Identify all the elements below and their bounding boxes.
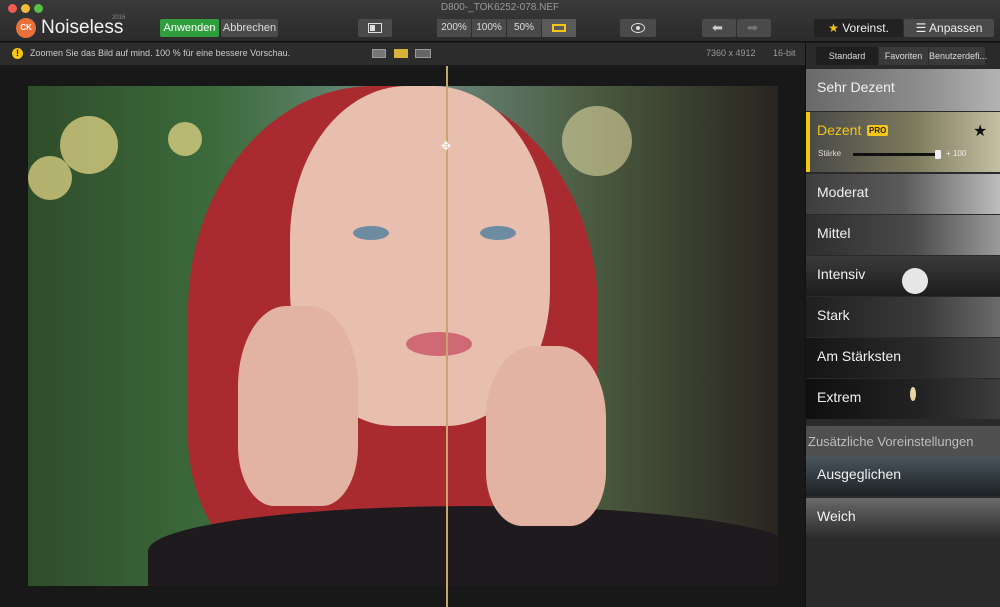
preset-intensiv[interactable]: Intensiv <box>806 256 1000 296</box>
preview-eye-icon <box>631 23 645 33</box>
zoom-50-button[interactable]: 50% <box>507 19 541 37</box>
split-view-icon <box>368 23 382 33</box>
bokeh-light <box>562 106 632 176</box>
star-icon: ★ <box>828 21 839 35</box>
strength-slider-fill <box>853 153 935 156</box>
zoom-hint-text: Zoomen Sie das Bild auf mind. 100 % für … <box>30 48 291 58</box>
preview-toggle-button[interactable] <box>620 19 656 37</box>
preset-label: Sehr Dezent <box>817 79 895 95</box>
preset-label: Moderat <box>817 184 869 200</box>
candle-image <box>910 387 916 401</box>
presets-panel: Standard Favoriten Benutzerdefi... Sehr … <box>805 43 1000 607</box>
preset-dezent[interactable]: Dezent PRO ★ Stärke + 100 <box>806 112 1000 172</box>
preset-mittel[interactable]: Mittel <box>806 215 1000 255</box>
left-hand <box>238 306 358 506</box>
cancel-button[interactable]: Abbrechen <box>221 19 278 37</box>
preset-label: Mittel <box>817 225 851 241</box>
right-eye <box>480 226 516 240</box>
redo-arrow-icon: ➡ <box>747 20 758 35</box>
preset-label: Weich <box>817 508 856 524</box>
app-edition: 2016 <box>112 15 126 21</box>
warning-icon: ! <box>12 48 23 59</box>
strength-label: Stärke <box>818 149 842 158</box>
lips <box>406 332 472 356</box>
zoom-200-button[interactable]: 200% <box>437 19 471 37</box>
image-canvas[interactable]: ✥ <box>0 66 805 607</box>
fit-screen-icon <box>552 24 566 32</box>
section-title: Zusätzliche Voreinstellungen <box>808 434 974 449</box>
side-by-side-view-button[interactable] <box>394 49 408 58</box>
left-eye <box>353 226 389 240</box>
logo-icon: CK <box>16 18 36 38</box>
moon-image <box>902 268 928 294</box>
tab-standard[interactable]: Standard <box>816 47 878 65</box>
split-handle-icon[interactable]: ✥ <box>441 140 453 152</box>
apply-button[interactable]: Anwenden <box>160 19 219 37</box>
preset-label: Intensiv <box>817 266 866 282</box>
tab-favorites[interactable]: Favoriten <box>879 47 928 65</box>
additional-presets-header[interactable]: Zusätzliche Voreinstellungen <box>806 426 1000 456</box>
preset-stark[interactable]: Stark <box>806 297 1000 337</box>
split-compare-view-button[interactable] <box>415 49 431 58</box>
image-dimensions: 7360 x 4912 <box>706 48 756 58</box>
split-view-button[interactable] <box>358 19 392 37</box>
preset-label: Extrem <box>817 389 862 405</box>
window-title: D800-_TOK6252-078.NEF <box>440 2 560 13</box>
strength-value: + 100 <box>946 149 967 158</box>
hint-bar: ! Zoomen Sie das Bild auf mind. 100 % fü… <box>0 43 805 65</box>
favorite-star-icon[interactable]: ★ <box>973 121 987 141</box>
bokeh-light <box>28 156 72 200</box>
strength-slider-knob[interactable] <box>935 150 941 159</box>
pro-badge: PRO <box>867 125 889 136</box>
preset-ausgeglichen[interactable]: Ausgeglichen <box>806 456 1000 496</box>
bit-depth: 16-bit <box>773 48 796 58</box>
preset-am-staerksten[interactable]: Am Stärksten <box>806 338 1000 378</box>
preset-label: Ausgeglichen <box>817 466 902 482</box>
tab-presets[interactable]: ★ Voreinst. <box>814 19 903 37</box>
tab-adjust-label: Anpassen <box>929 21 983 35</box>
zoom-100-button[interactable]: 100% <box>472 19 506 37</box>
sliders-icon: ☰ <box>915 21 927 35</box>
preset-extrem[interactable]: Extrem <box>806 379 1000 419</box>
preset-weich[interactable]: Weich <box>806 498 1000 538</box>
preset-sehr-dezent[interactable]: Sehr Dezent <box>806 69 1000 111</box>
bokeh-light <box>60 116 118 174</box>
fit-screen-button[interactable] <box>542 19 576 37</box>
redo-button[interactable]: ➡ <box>737 19 771 37</box>
preset-label: Am Stärksten <box>817 348 902 364</box>
tab-presets-label: Voreinst. <box>842 21 889 35</box>
right-hand <box>486 346 606 526</box>
tab-custom[interactable]: Benutzerdefi... <box>929 47 987 65</box>
undo-arrow-icon: ⬅ <box>712 20 723 35</box>
strength-slider[interactable] <box>853 150 941 159</box>
single-view-button[interactable] <box>372 49 386 58</box>
preset-label: Dezent <box>817 122 862 138</box>
preset-moderat[interactable]: Moderat <box>806 174 1000 214</box>
undo-button[interactable]: ⬅ <box>702 19 736 37</box>
toolbar: D800-_TOK6252-078.NEF CK Noiseless 2016 … <box>0 0 1000 42</box>
preset-label: Stark <box>817 307 850 323</box>
tab-adjust[interactable]: ☰ Anpassen <box>904 19 994 37</box>
bokeh-light <box>168 122 202 156</box>
portrait-photo <box>28 86 778 586</box>
